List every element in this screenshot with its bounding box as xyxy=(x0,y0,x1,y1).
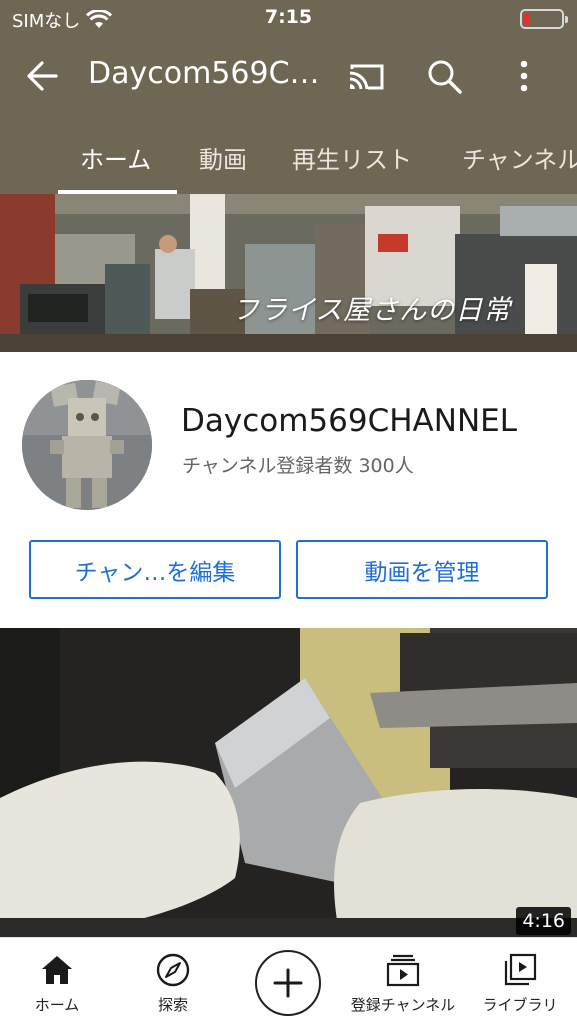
banner-image xyxy=(0,194,577,352)
manage-videos-button[interactable]: 動画を管理 xyxy=(296,540,548,599)
search-button[interactable] xyxy=(424,56,468,96)
back-button[interactable] xyxy=(22,56,66,96)
tab-playlists[interactable]: 再生リスト xyxy=(292,140,412,175)
edit-channel-button[interactable]: チャン…を編集 xyxy=(29,540,281,599)
nav-explore-label: 探索 xyxy=(157,996,188,1014)
tab-home[interactable]: ホーム xyxy=(80,140,151,175)
channel-banner: フライス屋さんの日常 xyxy=(0,194,577,352)
status-time: 7:15 xyxy=(264,6,313,28)
bottom-navigation: ホーム 探索 登録チャンネル ライブラリ xyxy=(0,937,577,1024)
app-header: SIMなし 7:15 Daycom569C… ホーム 動画 再生リスト チャンネ… xyxy=(0,0,577,194)
tab-channels[interactable]: チャンネル xyxy=(462,140,577,175)
home-icon xyxy=(42,956,72,984)
cast-button[interactable] xyxy=(346,56,390,96)
cast-icon xyxy=(349,64,384,90)
search-icon xyxy=(428,60,462,94)
create-button[interactable] xyxy=(255,950,321,1016)
video-thumbnail[interactable]: 4:16 xyxy=(0,628,577,937)
channel-name: Daycom569CHANNEL xyxy=(181,403,517,439)
battery-icon xyxy=(520,9,568,29)
nav-subscriptions-label: 登録チャンネル xyxy=(350,996,456,1014)
library-icon xyxy=(504,953,537,986)
subscriber-count: チャンネル登録者数 300人 xyxy=(182,455,414,477)
status-bar: SIMなし 7:15 xyxy=(0,0,577,36)
nav-home-label: ホーム xyxy=(34,996,80,1014)
nav-home[interactable]: ホーム xyxy=(22,938,92,1024)
compass-icon xyxy=(156,953,190,987)
nav-library-label: ライブラリ xyxy=(482,996,558,1014)
page-title: Daycom569C… xyxy=(88,56,320,91)
back-arrow-icon xyxy=(27,61,58,91)
nav-explore[interactable]: 探索 xyxy=(138,938,208,1024)
more-vert-icon xyxy=(520,60,528,92)
channel-tabs: ホーム 動画 再生リスト チャンネル xyxy=(0,118,577,194)
app-bar: Daycom569C… xyxy=(0,36,577,118)
banner-caption: フライス屋さんの日常 xyxy=(232,295,512,326)
channel-avatar[interactable] xyxy=(22,380,152,510)
create-plus-icon xyxy=(273,968,303,998)
avatar-robot-image xyxy=(22,380,152,510)
video-thumbnail-image xyxy=(0,628,577,937)
tab-videos[interactable]: 動画 xyxy=(199,140,247,175)
more-options-button[interactable] xyxy=(504,56,548,96)
subscriptions-icon xyxy=(386,954,420,987)
nav-library[interactable]: ライブラリ xyxy=(476,938,564,1024)
video-duration: 4:16 xyxy=(516,907,571,935)
nav-subscriptions[interactable]: 登録チャンネル xyxy=(340,938,466,1024)
